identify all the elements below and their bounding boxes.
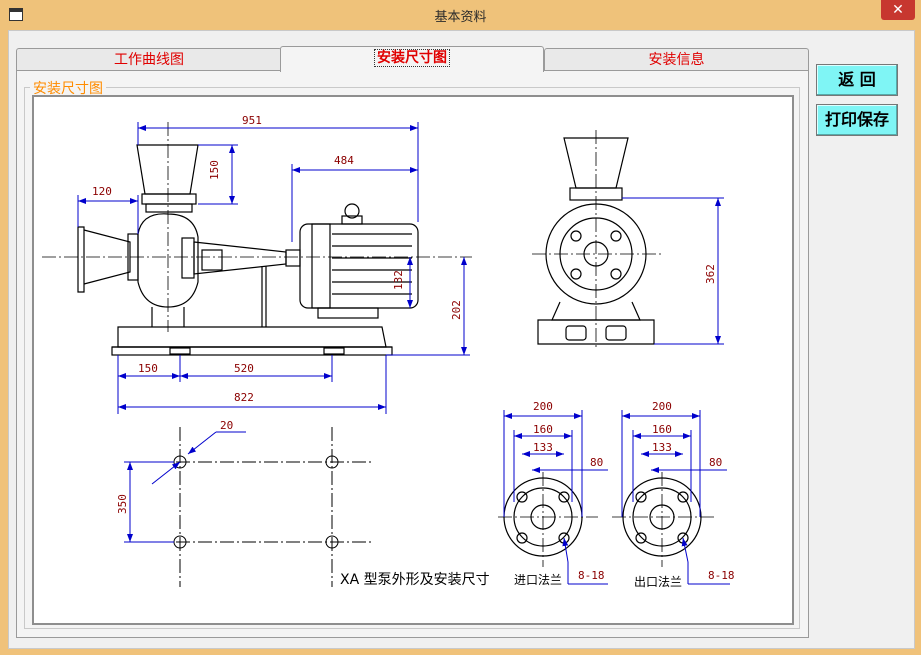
tab-label: 安装信息 xyxy=(648,52,705,68)
dimension-lines xyxy=(77,122,730,585)
dim-base-left: 150 xyxy=(138,362,158,375)
drawing-caption: XA 型泵外形及安装尺寸 xyxy=(340,572,490,588)
dim-inlet-height: 150 xyxy=(208,160,221,180)
outlet-flange-label: 出口法兰 xyxy=(634,575,682,589)
pump-side-view xyxy=(42,122,472,356)
dim-outlet-d2: 160 xyxy=(652,423,672,436)
dim-inlet-d3: 133 xyxy=(533,441,553,454)
window-title: 基本资料 xyxy=(434,10,487,25)
dim-outlet-d4: 80 xyxy=(709,456,722,469)
inlet-flange xyxy=(498,472,598,567)
dim-base-length: 822 xyxy=(234,391,254,404)
drawing-canvas: 951 484 150 120 132 202 150 520 822 362 … xyxy=(32,95,794,625)
installation-drawing: 951 484 150 120 132 202 150 520 822 362 … xyxy=(42,114,735,589)
tab-label: 工作曲线图 xyxy=(114,52,184,68)
dim-outlet-bolts: 8-18 xyxy=(708,569,735,582)
dim-center-height: 202 xyxy=(450,300,463,320)
title-bar: 基本资料 ✕ xyxy=(0,0,921,30)
dim-inlet-d2: 160 xyxy=(533,423,553,436)
back-button[interactable]: 返 回 xyxy=(816,64,898,96)
dim-overall-length: 951 xyxy=(242,114,262,127)
dim-base-bolt: 520 xyxy=(234,362,254,375)
dim-motor-length: 484 xyxy=(334,154,354,167)
dim-outlet-d3: 133 xyxy=(652,441,672,454)
bolt-layout xyxy=(132,427,372,587)
dim-inlet-d1: 200 xyxy=(533,400,553,413)
tab-installation-info[interactable]: 安装信息 xyxy=(544,48,809,71)
pump-front-view xyxy=(532,130,662,347)
close-button[interactable]: ✕ xyxy=(881,0,915,20)
print-save-button[interactable]: 打印保存 xyxy=(816,104,898,136)
tab-performance-curve[interactable]: 工作曲线图 xyxy=(16,48,282,71)
dim-shaft-height: 132 xyxy=(392,270,405,290)
dim-bolt-spacing: 350 xyxy=(116,494,129,514)
inlet-flange-label: 进口法兰 xyxy=(514,573,562,587)
tab-installation-drawing[interactable]: 安装尺寸图 xyxy=(280,46,544,72)
dim-outlet-d1: 200 xyxy=(652,400,672,413)
dim-outlet-height: 362 xyxy=(704,264,717,284)
dim-bolt-hole: 20 xyxy=(220,419,233,432)
tab-label: 安装尺寸图 xyxy=(374,49,450,67)
outlet-flange xyxy=(612,472,714,567)
dim-inlet-d4: 80 xyxy=(590,456,603,469)
dim-inlet-bolts: 8-18 xyxy=(578,569,605,582)
tab-strip: 工作曲线图 安装尺寸图 安装信息 xyxy=(16,46,809,72)
dim-inlet-offset: 120 xyxy=(92,185,112,198)
